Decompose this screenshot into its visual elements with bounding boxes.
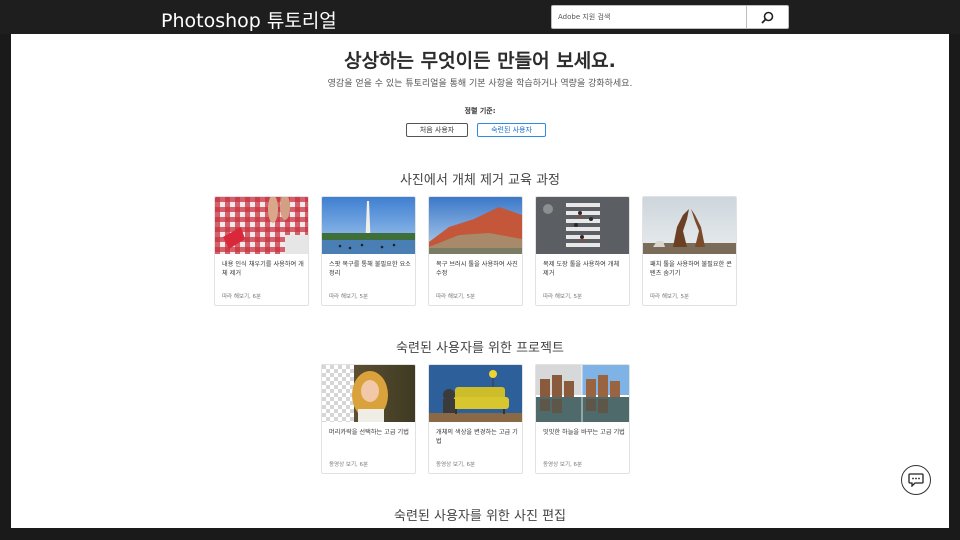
tutorial-card[interactable]: 패치 툴을 사용하여 불필요한 콘텐츠 숨기기 따라 해보기, 5분 bbox=[642, 196, 737, 306]
card-meta: 따라 해보기, 5분 bbox=[329, 294, 369, 300]
tutorial-card[interactable]: 복구 브러시 툴을 사용하여 사진 수정 따라 해보기, 5분 bbox=[428, 196, 523, 306]
card-title: 내용 인식 채우기를 사용하여 개체 제거 bbox=[222, 261, 304, 277]
tutorial-card[interactable]: 머리카락을 선택하는 고급 기법 동영상 보기, 6분 bbox=[321, 364, 416, 474]
page-subtitle: 영감을 얻을 수 있는 튜토리얼을 통해 기본 사항을 학습하거나 역량을 강화… bbox=[327, 79, 633, 89]
section-title-object-removal: 사진에서 개체 제거 교육 과정 bbox=[399, 173, 561, 188]
sort-experienced-button[interactable]: 숙련된 사용자 bbox=[477, 123, 546, 137]
crosswalk-image bbox=[536, 197, 629, 254]
red-mountain-image bbox=[429, 197, 522, 254]
washington-monument-image bbox=[322, 197, 415, 254]
tutorial-card[interactable]: 내용 인식 채우기를 사용하여 개체 제거 따라 해보기, 6분 bbox=[214, 196, 309, 306]
picnic-blanket-image bbox=[215, 197, 308, 254]
horses-image bbox=[643, 197, 736, 254]
main-content: 상상하는 무엇이든 만들어 보세요. 영감을 얻을 수 있는 튜토리얼을 통해 … bbox=[11, 34, 949, 528]
card-title: 패치 툴을 사용하여 불필요한 콘텐츠 숨기기 bbox=[650, 261, 732, 277]
card-meta: 따라 해보기, 6분 bbox=[222, 294, 262, 300]
card-meta: 따라 해보기, 5분 bbox=[543, 294, 583, 300]
search-button[interactable] bbox=[746, 6, 788, 28]
card-meta: 따라 해보기, 5분 bbox=[650, 294, 690, 300]
chat-icon bbox=[908, 473, 924, 487]
woman-hair-image bbox=[322, 365, 415, 422]
page-brand-title[interactable]: Photoshop 튜토리얼 bbox=[161, 6, 337, 33]
tutorial-card[interactable]: 개체의 색상을 변경하는 고급 기법 동영상 보기, 6분 bbox=[428, 364, 523, 474]
yellow-sofa-image bbox=[429, 365, 522, 422]
card-title: 머리카락을 선택하는 고급 기법 bbox=[329, 429, 409, 436]
canal-houses-image bbox=[536, 365, 629, 422]
chat-button[interactable] bbox=[901, 465, 931, 495]
card-title: 개체의 색상을 변경하는 고급 기법 bbox=[436, 429, 518, 445]
section-title-experienced-projects: 숙련된 사용자를 위한 프로젝트 bbox=[396, 341, 564, 356]
page-title: 상상하는 무엇이든 만들어 보세요. bbox=[344, 50, 616, 72]
card-title: 밋밋한 하늘을 바꾸는 고급 기법 bbox=[543, 429, 625, 436]
card-title: 스팟 복구를 통해 불필요한 요소 정리 bbox=[329, 261, 411, 277]
card-meta: 동영상 보기, 6분 bbox=[329, 462, 369, 468]
card-title: 복제 도장 툴을 사용하여 개체 제거 bbox=[543, 261, 620, 277]
top-bar: Photoshop 튜토리얼 bbox=[0, 0, 960, 34]
card-meta: 따라 해보기, 5분 bbox=[436, 294, 476, 300]
tutorial-card[interactable]: 스팟 복구를 통해 불필요한 요소 정리 따라 해보기, 5분 bbox=[321, 196, 416, 306]
search-icon bbox=[761, 11, 774, 23]
search-input[interactable] bbox=[552, 6, 748, 28]
search-box bbox=[551, 5, 789, 29]
sort-label: 정렬 기준: bbox=[464, 107, 496, 115]
bottom-bar bbox=[0, 528, 960, 540]
section-title-experienced-photo-editing: 숙련된 사용자를 위한 사진 편집 bbox=[393, 509, 566, 524]
card-meta: 동영상 보기, 6분 bbox=[436, 462, 476, 468]
sort-beginner-button[interactable]: 처음 사용자 bbox=[406, 123, 468, 137]
tutorial-card[interactable]: 복제 도장 툴을 사용하여 개체 제거 따라 해보기, 5분 bbox=[535, 196, 630, 306]
card-title: 복구 브러시 툴을 사용하여 사진 수정 bbox=[436, 261, 518, 277]
card-meta: 동영상 보기, 6분 bbox=[543, 462, 583, 468]
tutorial-card[interactable]: 밋밋한 하늘을 바꾸는 고급 기법 동영상 보기, 6분 bbox=[535, 364, 630, 474]
